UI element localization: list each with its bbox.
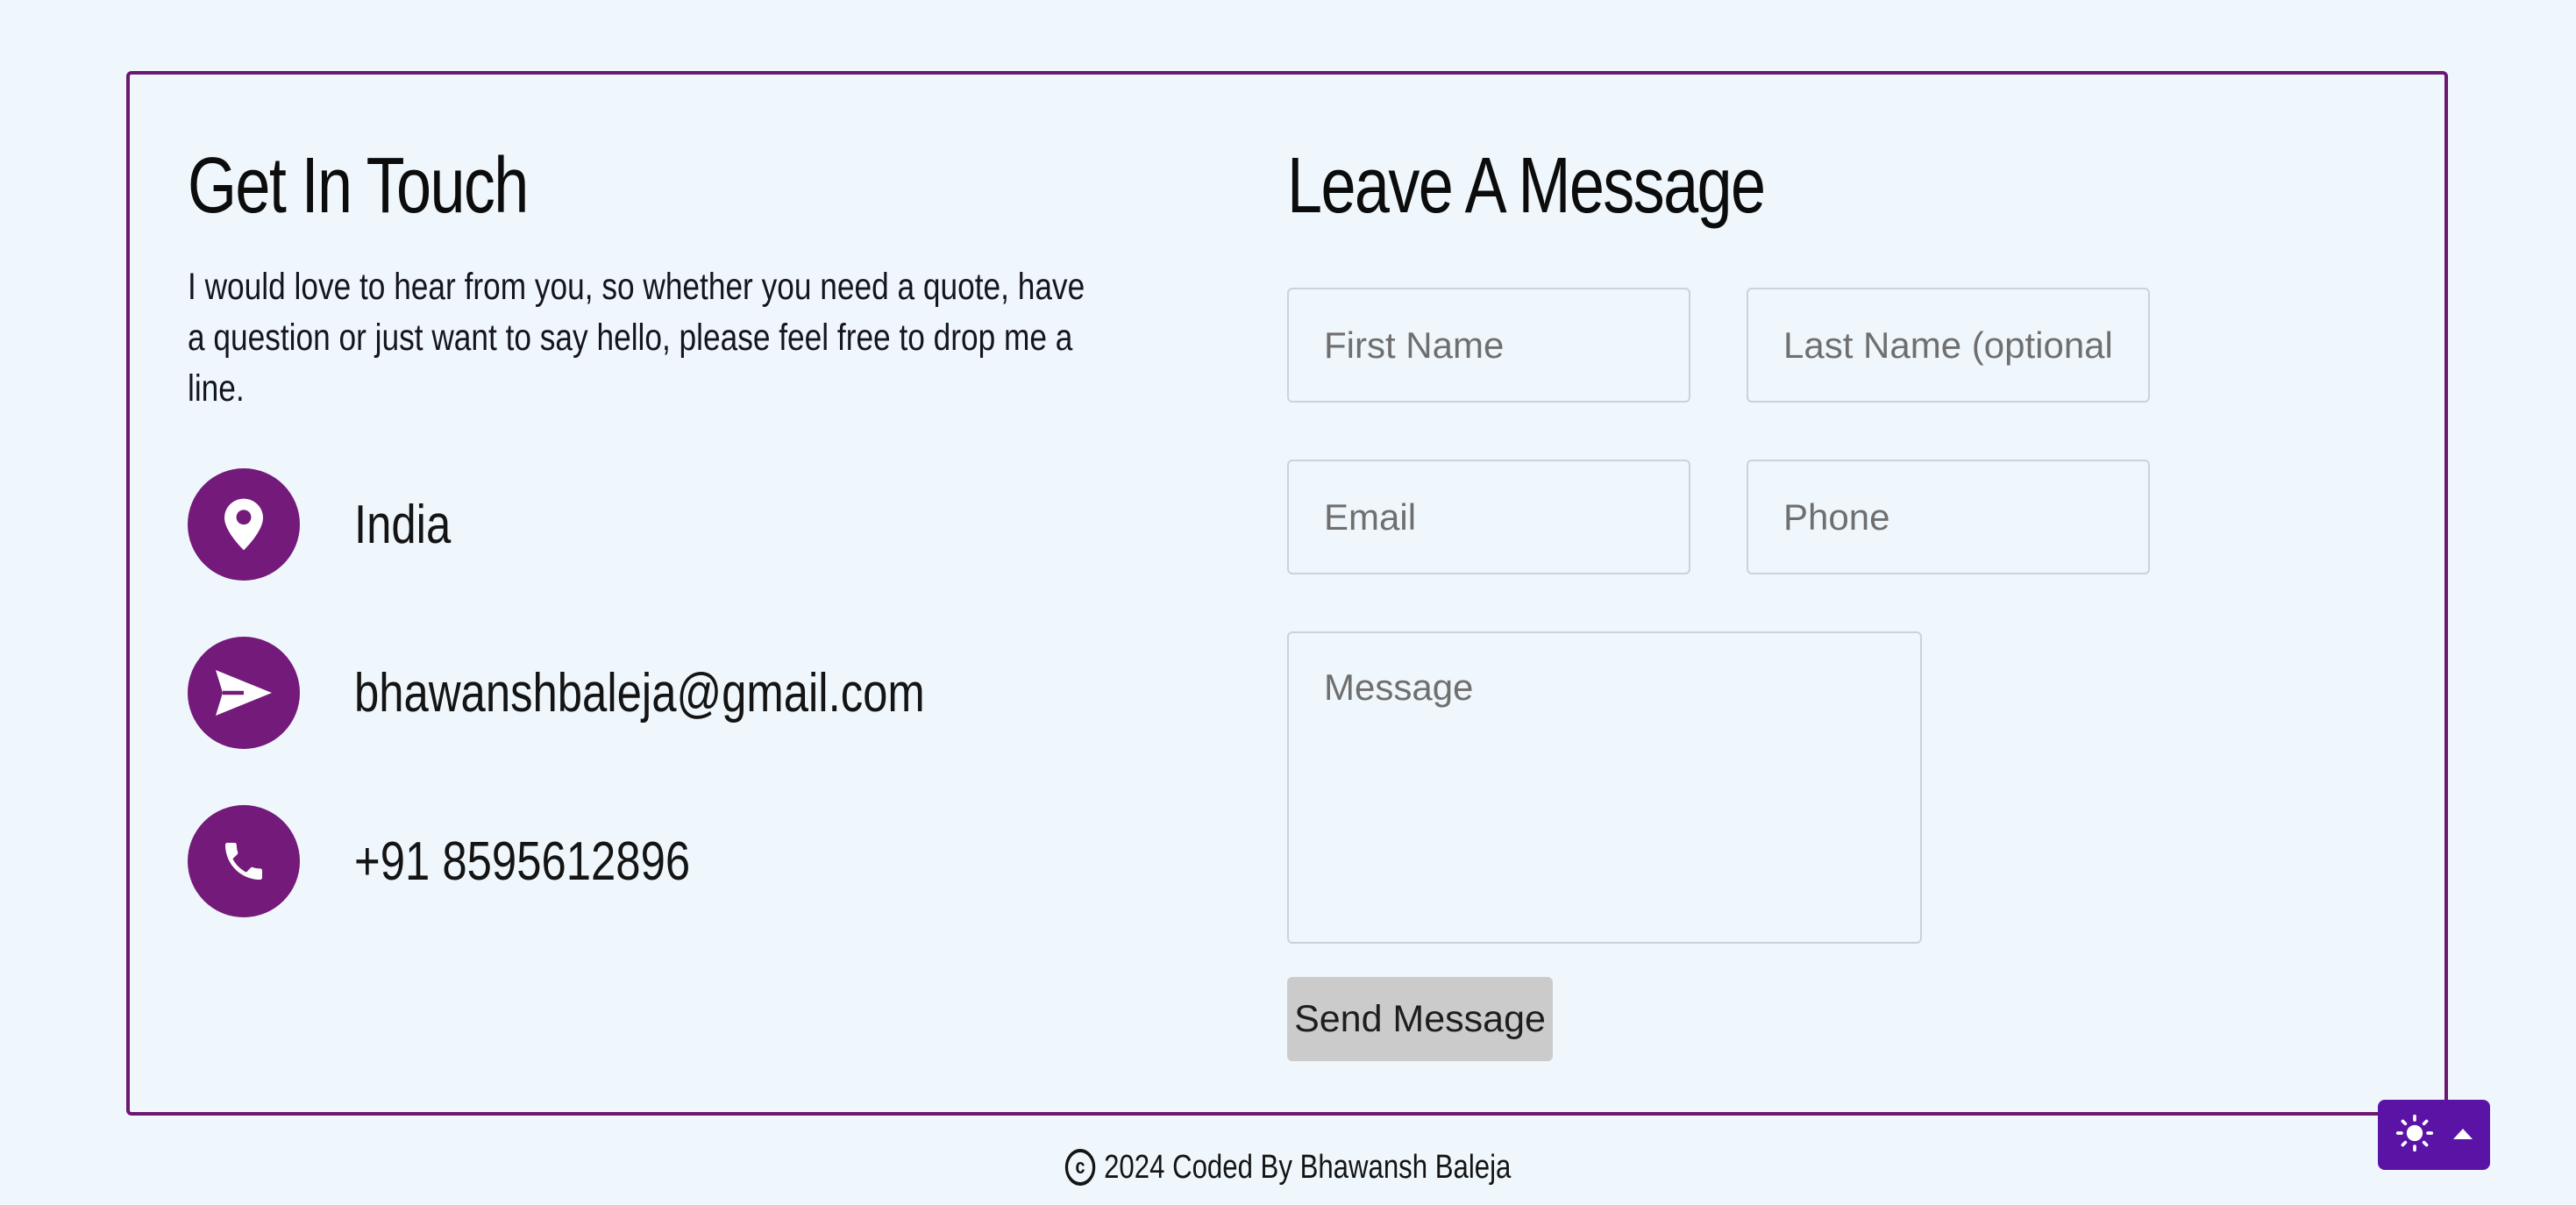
copyright-icon: c	[1064, 1149, 1096, 1186]
email-input[interactable]	[1287, 460, 1690, 574]
contact-location-text: India	[354, 494, 452, 555]
last-name-input[interactable]	[1747, 288, 2150, 403]
contact-location: India	[188, 468, 472, 581]
send-icon	[188, 637, 300, 749]
contact-email-link[interactable]: bhawanshbaleja@gmail.com	[188, 637, 1050, 749]
footer-content: c 2024 Coded By Bhawansh Baleja	[1064, 1141, 1512, 1194]
contact-email-text: bhawanshbaleja@gmail.com	[354, 662, 925, 724]
contact-intro-text: I would love to hear from you, so whethe…	[188, 266, 1085, 410]
caret-up-icon	[2453, 1127, 2473, 1144]
location-pin-icon	[188, 468, 300, 581]
contact-phone-link[interactable]: +91 8595612896	[188, 805, 764, 917]
message-textarea[interactable]	[1287, 631, 1922, 944]
leave-a-message-heading: Leave A Message	[1287, 142, 1766, 230]
footer: c 2024 Coded By Bhawansh Baleja	[0, 1137, 2576, 1194]
first-name-input[interactable]	[1287, 288, 1690, 403]
footer-text: 2024 Coded By Bhawansh Baleja	[1104, 1149, 1512, 1186]
phone-input[interactable]	[1747, 460, 2150, 574]
send-message-button[interactable]: Send Message	[1287, 977, 1553, 1061]
get-in-touch-heading: Get In Touch	[188, 142, 529, 230]
phone-icon	[188, 805, 300, 917]
sun-icon	[2395, 1114, 2434, 1157]
contact-phone-text: +91 8595612896	[354, 831, 691, 892]
theme-toggle-button[interactable]	[2378, 1100, 2490, 1170]
